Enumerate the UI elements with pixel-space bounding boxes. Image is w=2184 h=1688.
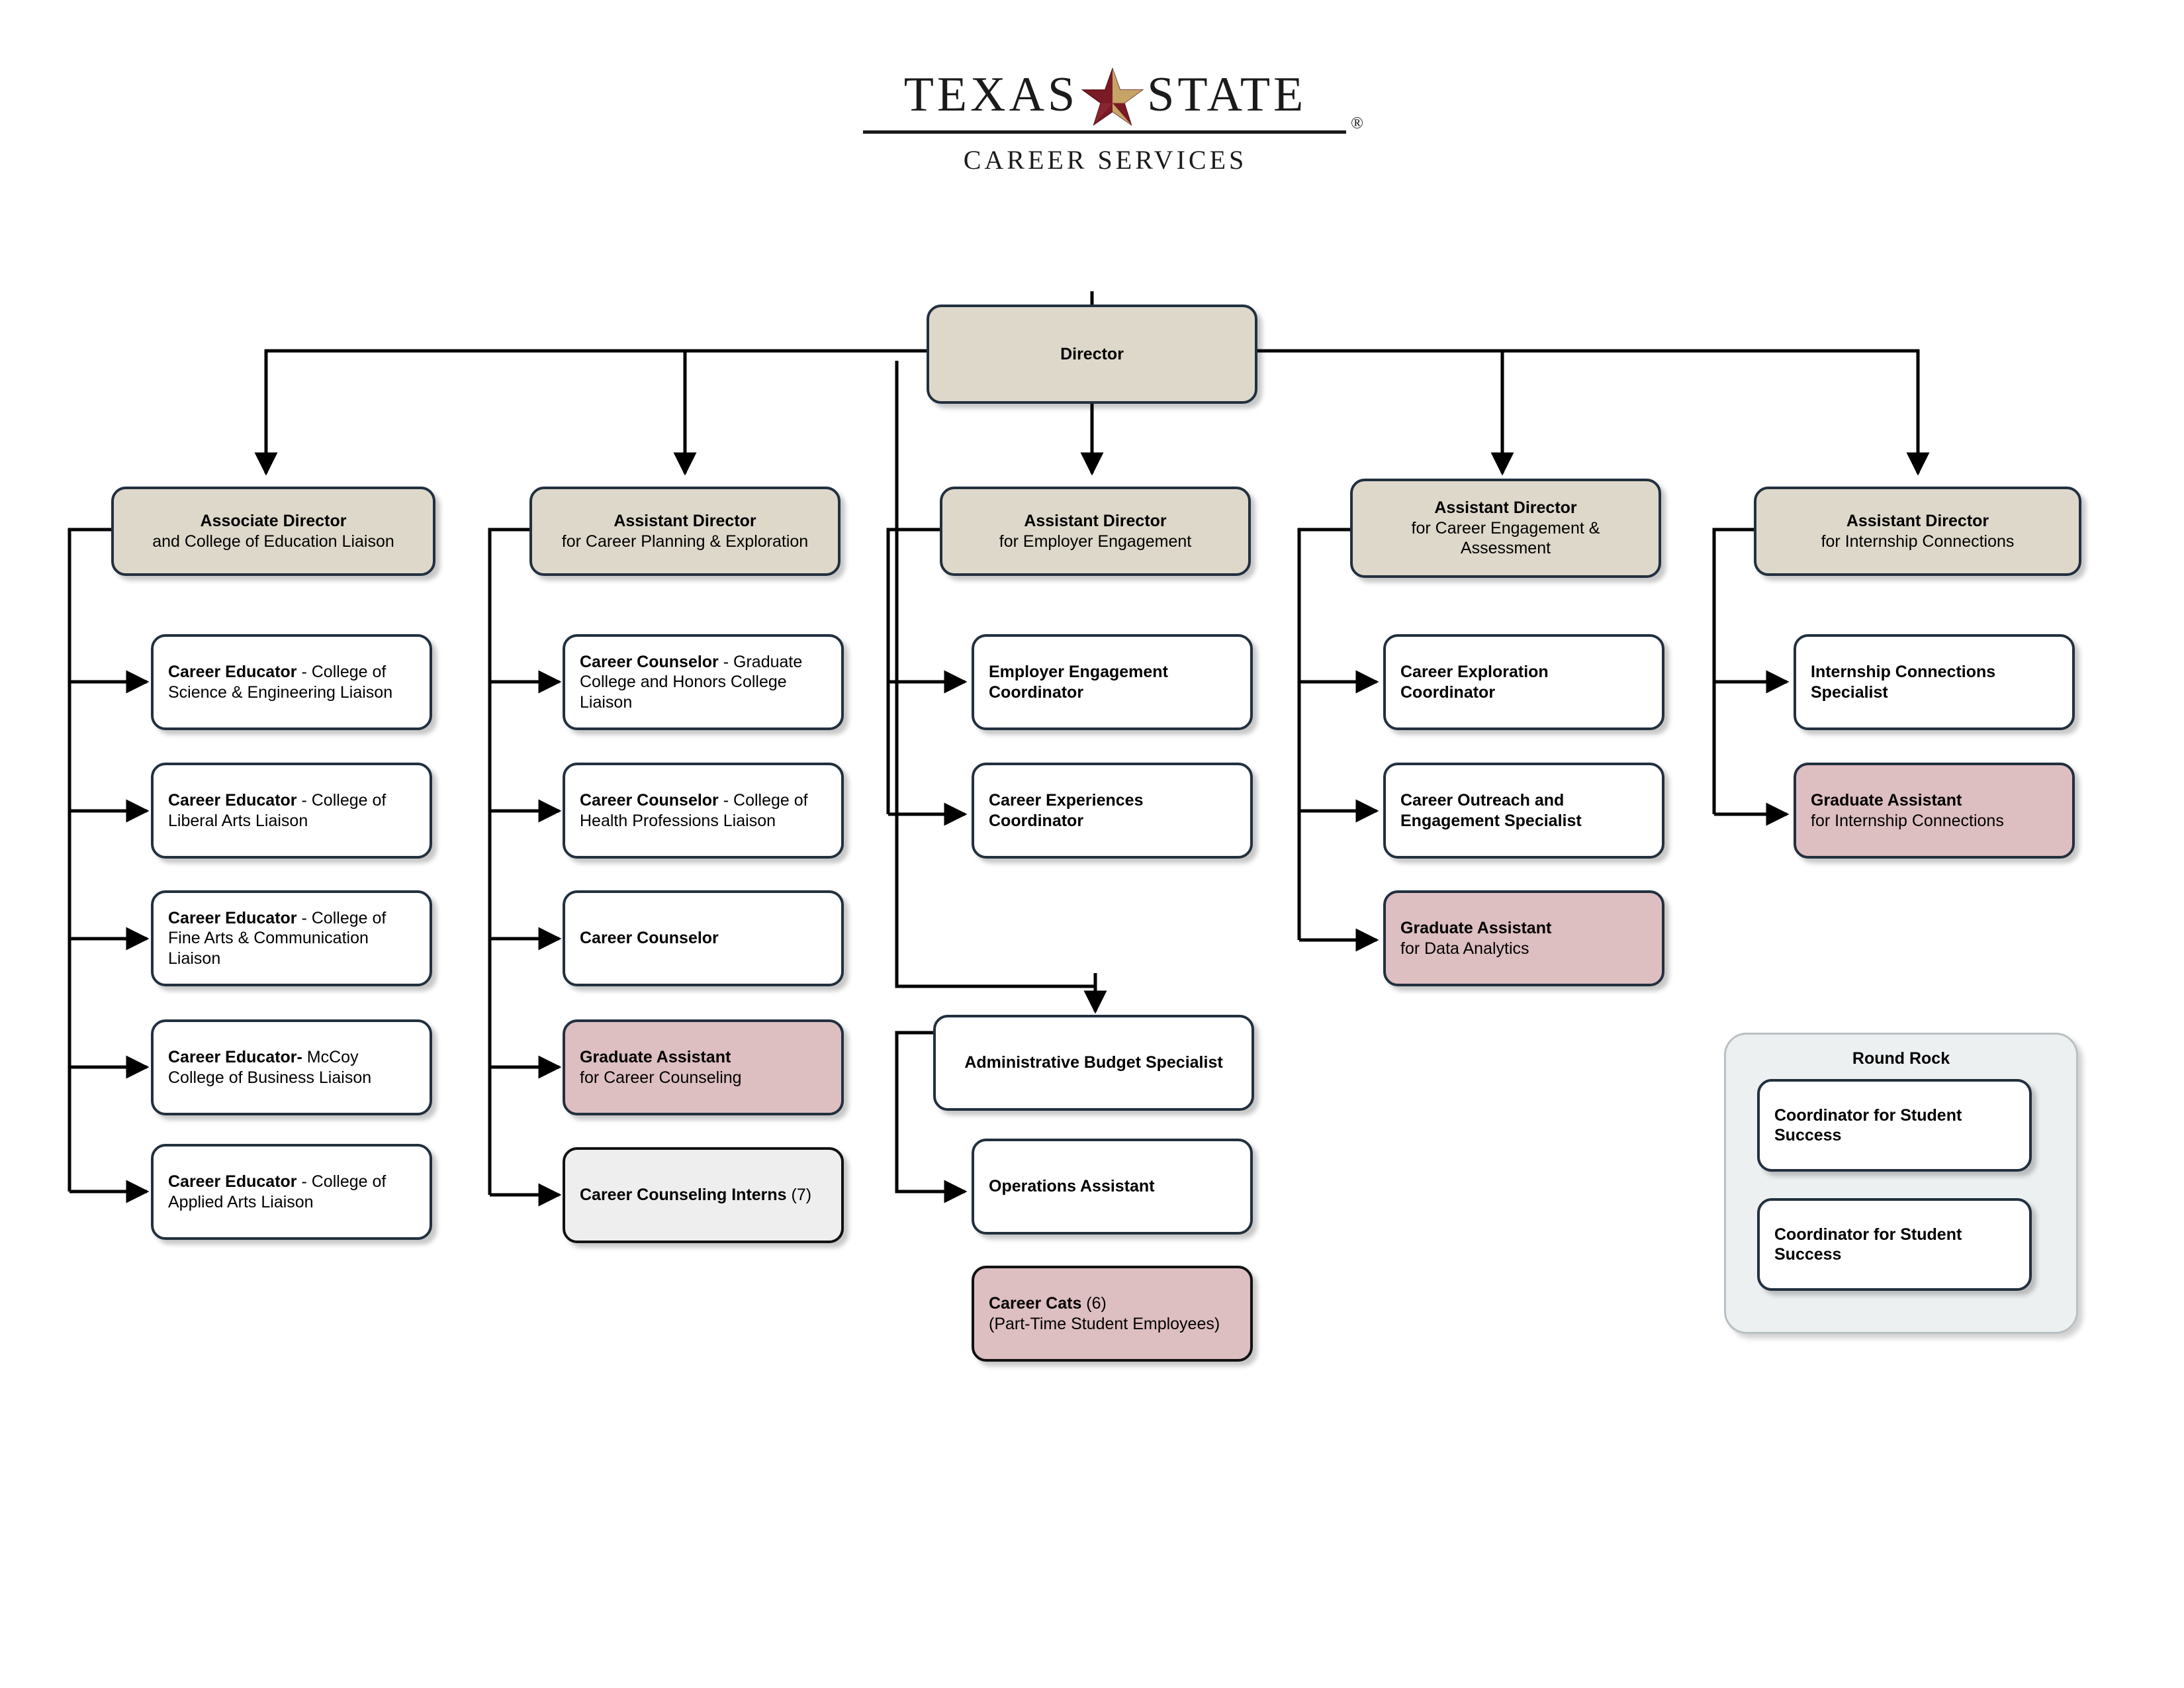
node-internship-connections-specialist[interactable]: Internship Connections Specialist [1794,634,2075,730]
node-associate-director[interactable]: Associate Director and College of Educat… [111,487,435,576]
texas-state-career-services-logo: TEXAS STATE ® CAREER SERVICES [854,63,1363,175]
node-career-educator-liberal-arts[interactable]: Career Educator - College of Liberal Art… [151,763,432,859]
node-career-educator-science-engineering[interactable]: Career Educator - College of Science & E… [151,634,432,730]
node-career-experiences-coordinator[interactable]: Career Experiences Coordinator [972,763,1253,859]
node-career-exploration-coordinator[interactable]: Career Exploration Coordinator [1383,634,1664,730]
node-director-label: Director [1060,344,1124,363]
node-coordinator-student-success-2[interactable]: Coordinator for Student Success [1757,1198,2032,1291]
node-employer-engagement-coordinator[interactable]: Employer Engagement Coordinator [972,634,1253,730]
logo-subtitle: CAREER SERVICES [963,145,1248,175]
node-career-cats[interactable]: Career Cats (6) (Part-Time Student Emplo… [972,1266,1253,1362]
texas-state-star-icon [1081,67,1144,130]
node-career-educator-applied-arts[interactable]: Career Educator - College of Applied Art… [151,1144,432,1240]
node-assistant-director-career-engagement-assessment[interactable]: Assistant Director for Career Engagement… [1350,479,1661,578]
node-graduate-assistant-internship-connections[interactable]: Graduate Assistant for Internship Connec… [1794,763,2075,859]
node-administrative-budget-specialist[interactable]: Administrative Budget Specialist [933,1015,1254,1111]
logo-divider-rule: ® [863,115,1363,134]
logo-word-state: STATE [1147,68,1307,122]
logo-wordmark: TEXAS STATE [854,63,1357,126]
node-coordinator-student-success-1[interactable]: Coordinator for Student Success [1757,1079,2032,1172]
node-career-counselor-health-professions[interactable]: Career Counselor - College of Health Pro… [563,763,844,859]
node-operations-assistant[interactable]: Operations Assistant [972,1139,1253,1235]
node-career-educator-fine-arts-communication[interactable]: Career Educator - College of Fine Arts &… [151,890,432,986]
node-associate-director-title: Associate Director [200,512,347,530]
registered-trademark-icon: ® [1351,115,1363,132]
logo-word-texas: TEXAS [903,68,1079,122]
node-director[interactable]: Director [927,305,1257,404]
node-career-counselor[interactable]: Career Counselor [563,890,844,986]
group-round-rock-title: Round Rock [1852,1049,1950,1068]
node-assistant-director-employer-engagement[interactable]: Assistant Director for Employer Engageme… [940,487,1251,576]
node-career-educator-mccoy-business[interactable]: Career Educator- McCoy College of Busine… [151,1019,432,1115]
node-assistant-director-internship-connections[interactable]: Assistant Director for Internship Connec… [1754,487,2081,576]
node-career-counseling-interns[interactable]: Career Counseling Interns (7) [563,1147,844,1243]
node-associate-director-subtitle: and College of Education Liaison [152,532,394,551]
node-graduate-assistant-career-counseling[interactable]: Graduate Assistant for Career Counseling [563,1019,844,1115]
node-career-counselor-graduate-honors[interactable]: Career Counselor - Graduate College and … [563,634,844,730]
node-assistant-director-career-planning[interactable]: Assistant Director for Career Planning &… [529,487,841,576]
node-career-outreach-engagement-specialist[interactable]: Career Outreach and Engagement Specialis… [1383,763,1664,859]
node-graduate-assistant-data-analytics[interactable]: Graduate Assistant for Data Analytics [1383,890,1664,986]
